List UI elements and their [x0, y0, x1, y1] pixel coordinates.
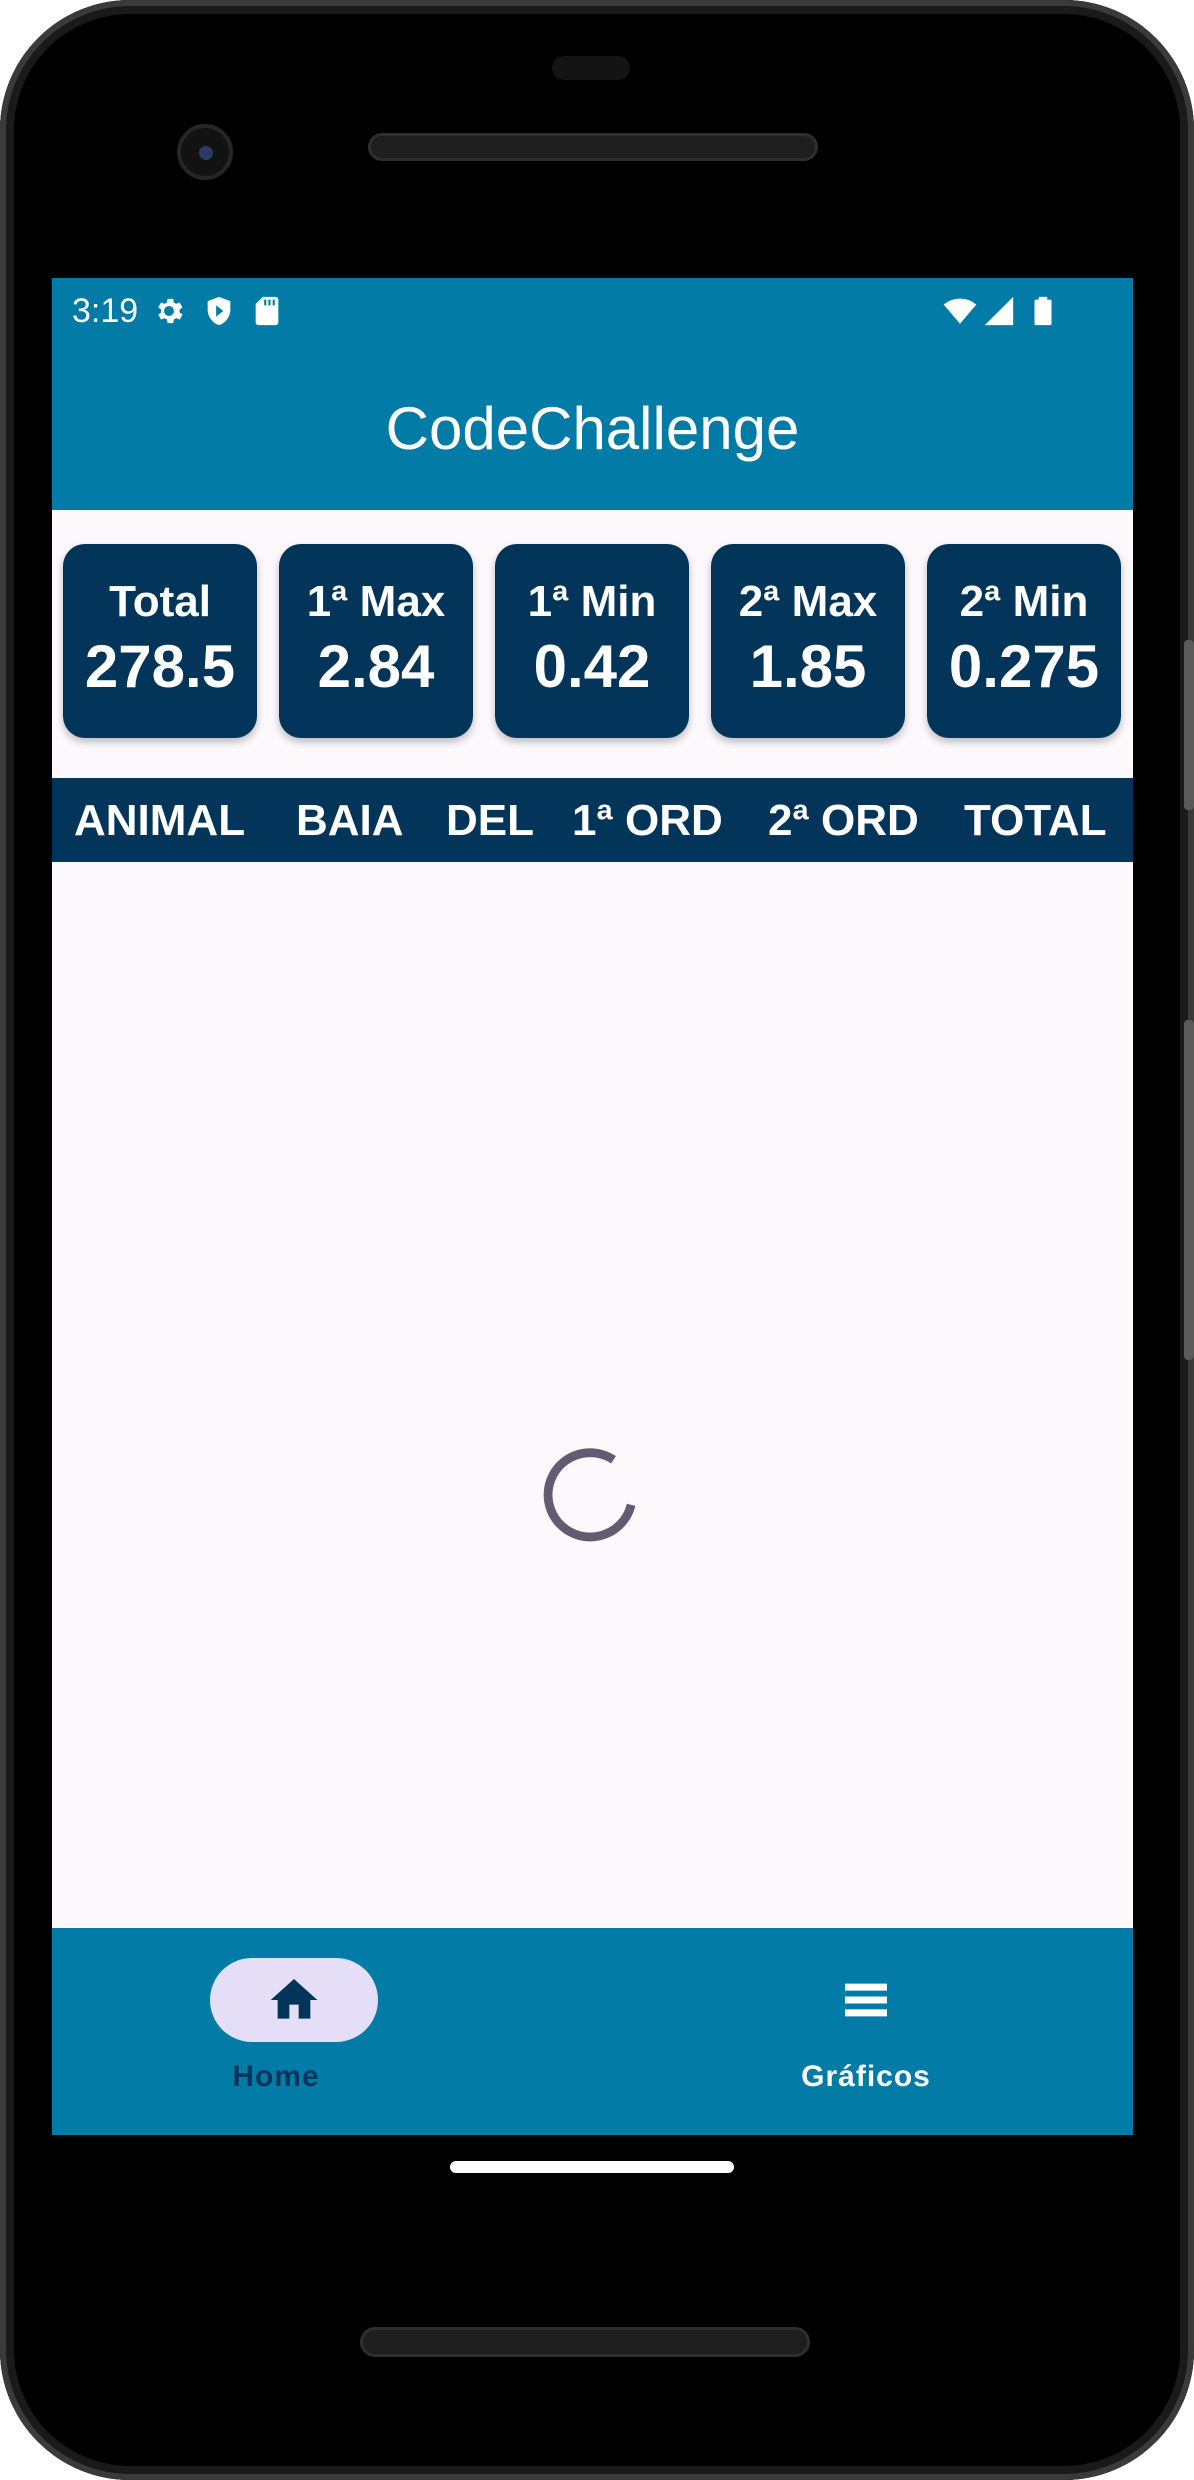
stat-value: 1.85	[749, 632, 867, 700]
gesture-home-indicator[interactable]	[450, 2161, 734, 2173]
list-icon	[845, 1983, 887, 2017]
cell-signal-icon	[984, 296, 1014, 326]
nav-item-home[interactable]: Home	[126, 1928, 426, 2135]
stat-label: 2ª Max	[738, 577, 878, 627]
column-header-first-ord: 1ª ORD	[572, 796, 723, 845]
shield-icon	[207, 296, 231, 326]
stat-card-total: Total 278.5	[63, 544, 257, 738]
stat-label: 1ª Min	[527, 577, 657, 627]
column-header-animal: ANIMAL	[74, 796, 246, 845]
bottom-speaker	[360, 2327, 810, 2357]
nav-label-graficos: Gráficos	[801, 2060, 931, 2093]
bottom-navigation: Home Gráficos	[52, 1928, 1133, 2135]
stat-label: 2ª Min	[959, 577, 1089, 627]
stat-label: 1ª Max	[306, 577, 446, 627]
app-bar: CodeChallenge	[52, 346, 1133, 510]
column-header-baia: BAIA	[296, 796, 404, 845]
app-title: CodeChallenge	[385, 394, 800, 462]
stat-value: 278.5	[84, 632, 236, 700]
stat-value: 0.42	[533, 632, 651, 700]
settings-icon	[158, 298, 183, 324]
column-header-del: DEL	[446, 796, 534, 845]
stat-value: 2.84	[317, 632, 435, 700]
stat-card-second-min: 2ª Min 0.275	[927, 544, 1121, 738]
progress-spinner-icon	[543, 1448, 636, 1542]
stat-card-first-max: 1ª Max 2.84	[279, 544, 473, 738]
home-icon	[270, 1979, 318, 2019]
front-camera-icon	[177, 124, 233, 180]
status-time: 3:19	[72, 292, 139, 330]
app-screen: 3:19 CodeChallenge Total 278.5 1ª Max 2.…	[52, 278, 1133, 2135]
stat-value: 0.275	[948, 632, 1100, 700]
stat-card-first-min: 1ª Min 0.42	[495, 544, 689, 738]
sd-card-icon	[255, 296, 279, 326]
column-header-second-ord: 2ª ORD	[768, 796, 919, 845]
proximity-sensor	[552, 56, 630, 80]
stat-label: Total	[109, 577, 211, 627]
status-bar: 3:19	[52, 278, 1133, 346]
power-button	[1184, 640, 1194, 810]
wifi-icon	[943, 298, 977, 324]
nav-label-home: Home	[232, 2060, 320, 2093]
table-header: ANIMAL BAIA DEL 1ª ORD 2ª ORD TOTAL	[52, 778, 1133, 862]
earpiece-speaker	[368, 133, 818, 161]
phone-frame: 3:19 CodeChallenge Total 278.5 1ª Max 2.…	[0, 0, 1194, 2480]
volume-button	[1184, 1020, 1194, 1360]
battery-icon	[1034, 296, 1052, 326]
stat-card-second-max: 2ª Max 1.85	[711, 544, 905, 738]
nav-item-graficos[interactable]: Gráficos	[716, 1928, 1016, 2135]
column-header-total: TOTAL	[964, 796, 1107, 845]
